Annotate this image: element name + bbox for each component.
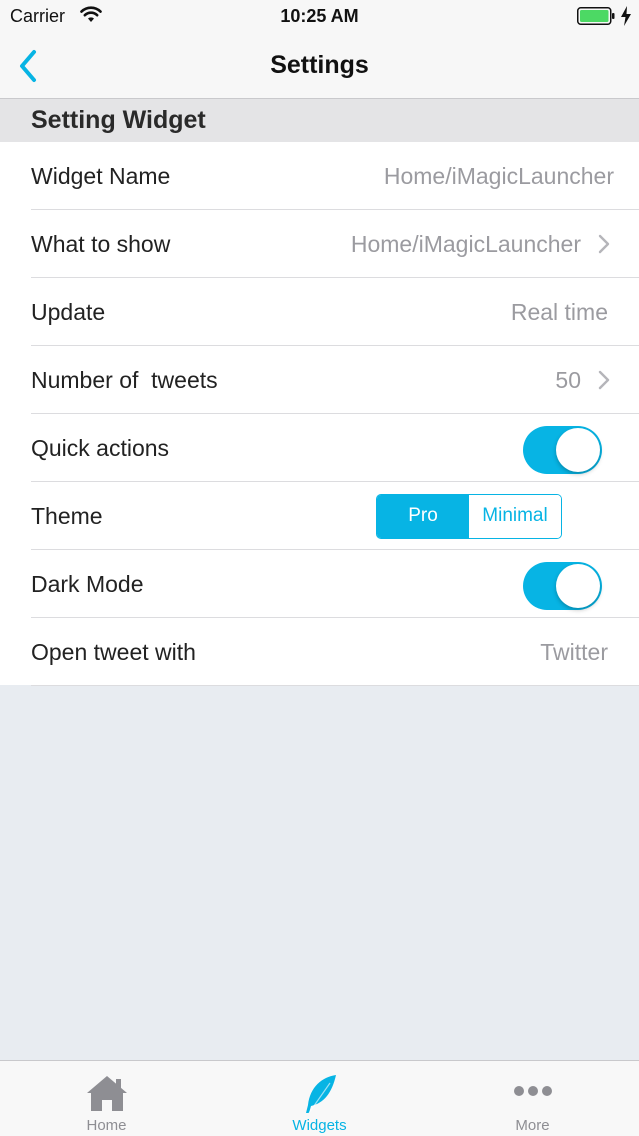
tab-home-label: Home [86,1117,127,1134]
house-icon [86,1076,127,1111]
tab-more[interactable]: More [426,1061,639,1136]
theme-option-minimal[interactable]: Minimal [469,495,561,538]
widget-name-value: Home/iMagicLauncher [383,163,614,189]
page-title: Settings [270,51,369,79]
widget-name-label: Widget Name [31,163,171,189]
row-dark-mode: Dark Mode [0,550,639,618]
update-label: Update [31,299,106,325]
tab-widgets-label: Widgets [292,1117,347,1134]
update-value: Real time [510,299,608,325]
theme-option-pro[interactable]: Pro [377,495,469,538]
settings-table: Widget Name Home/iMagicLauncher What to … [0,142,639,686]
row-theme: Theme Pro Minimal [0,482,639,550]
chevron-right-icon [598,234,610,254]
more-dots-icon [513,1086,552,1096]
row-quick-actions: Quick actions [0,414,639,482]
tab-bar: Home Widgets More [0,1060,639,1136]
quick-actions-label: Quick actions [31,435,170,461]
navigation-bar: Settings [0,34,639,99]
dark-mode-toggle[interactable] [523,562,602,610]
section-header: Setting Widget [0,99,639,142]
tab-widgets[interactable]: Widgets [213,1061,426,1136]
theme-label: Theme [31,503,103,529]
dark-mode-label: Dark Mode [31,571,144,597]
toggle-knob [556,428,600,472]
open-tweet-with-label: Open tweet with [31,639,196,665]
section-title: Setting Widget [31,106,206,134]
row-what-to-show[interactable]: What to show Home/iMagicLauncher [0,210,639,278]
charging-bolt-icon [621,6,631,26]
row-open-tweet-with[interactable]: Open tweet with Twitter [0,618,639,686]
status-bar: Carrier 10:25 AM [0,0,639,34]
status-time: 10:25 AM [280,6,359,26]
row-widget-name[interactable]: Widget Name Home/iMagicLauncher [0,142,639,210]
tab-more-label: More [515,1117,550,1134]
what-to-show-value: Home/iMagicLauncher [350,231,581,257]
theme-segmented-control: Pro Minimal [376,494,562,539]
what-to-show-label: What to show [31,231,171,257]
row-number-of-tweets[interactable]: Number of tweets 50 [0,346,639,414]
tab-home[interactable]: Home [0,1061,213,1136]
number-of-tweets-value: 50 [555,367,581,393]
quick-actions-toggle[interactable] [523,426,602,474]
open-tweet-with-value: Twitter [540,639,608,665]
row-divider [31,685,639,686]
row-update[interactable]: Update Real time [0,278,639,346]
battery-icon [577,7,615,25]
chevron-right-icon [598,370,610,390]
feather-icon [305,1075,336,1114]
number-of-tweets-label: Number of tweets [31,367,218,393]
toggle-knob [556,564,600,608]
